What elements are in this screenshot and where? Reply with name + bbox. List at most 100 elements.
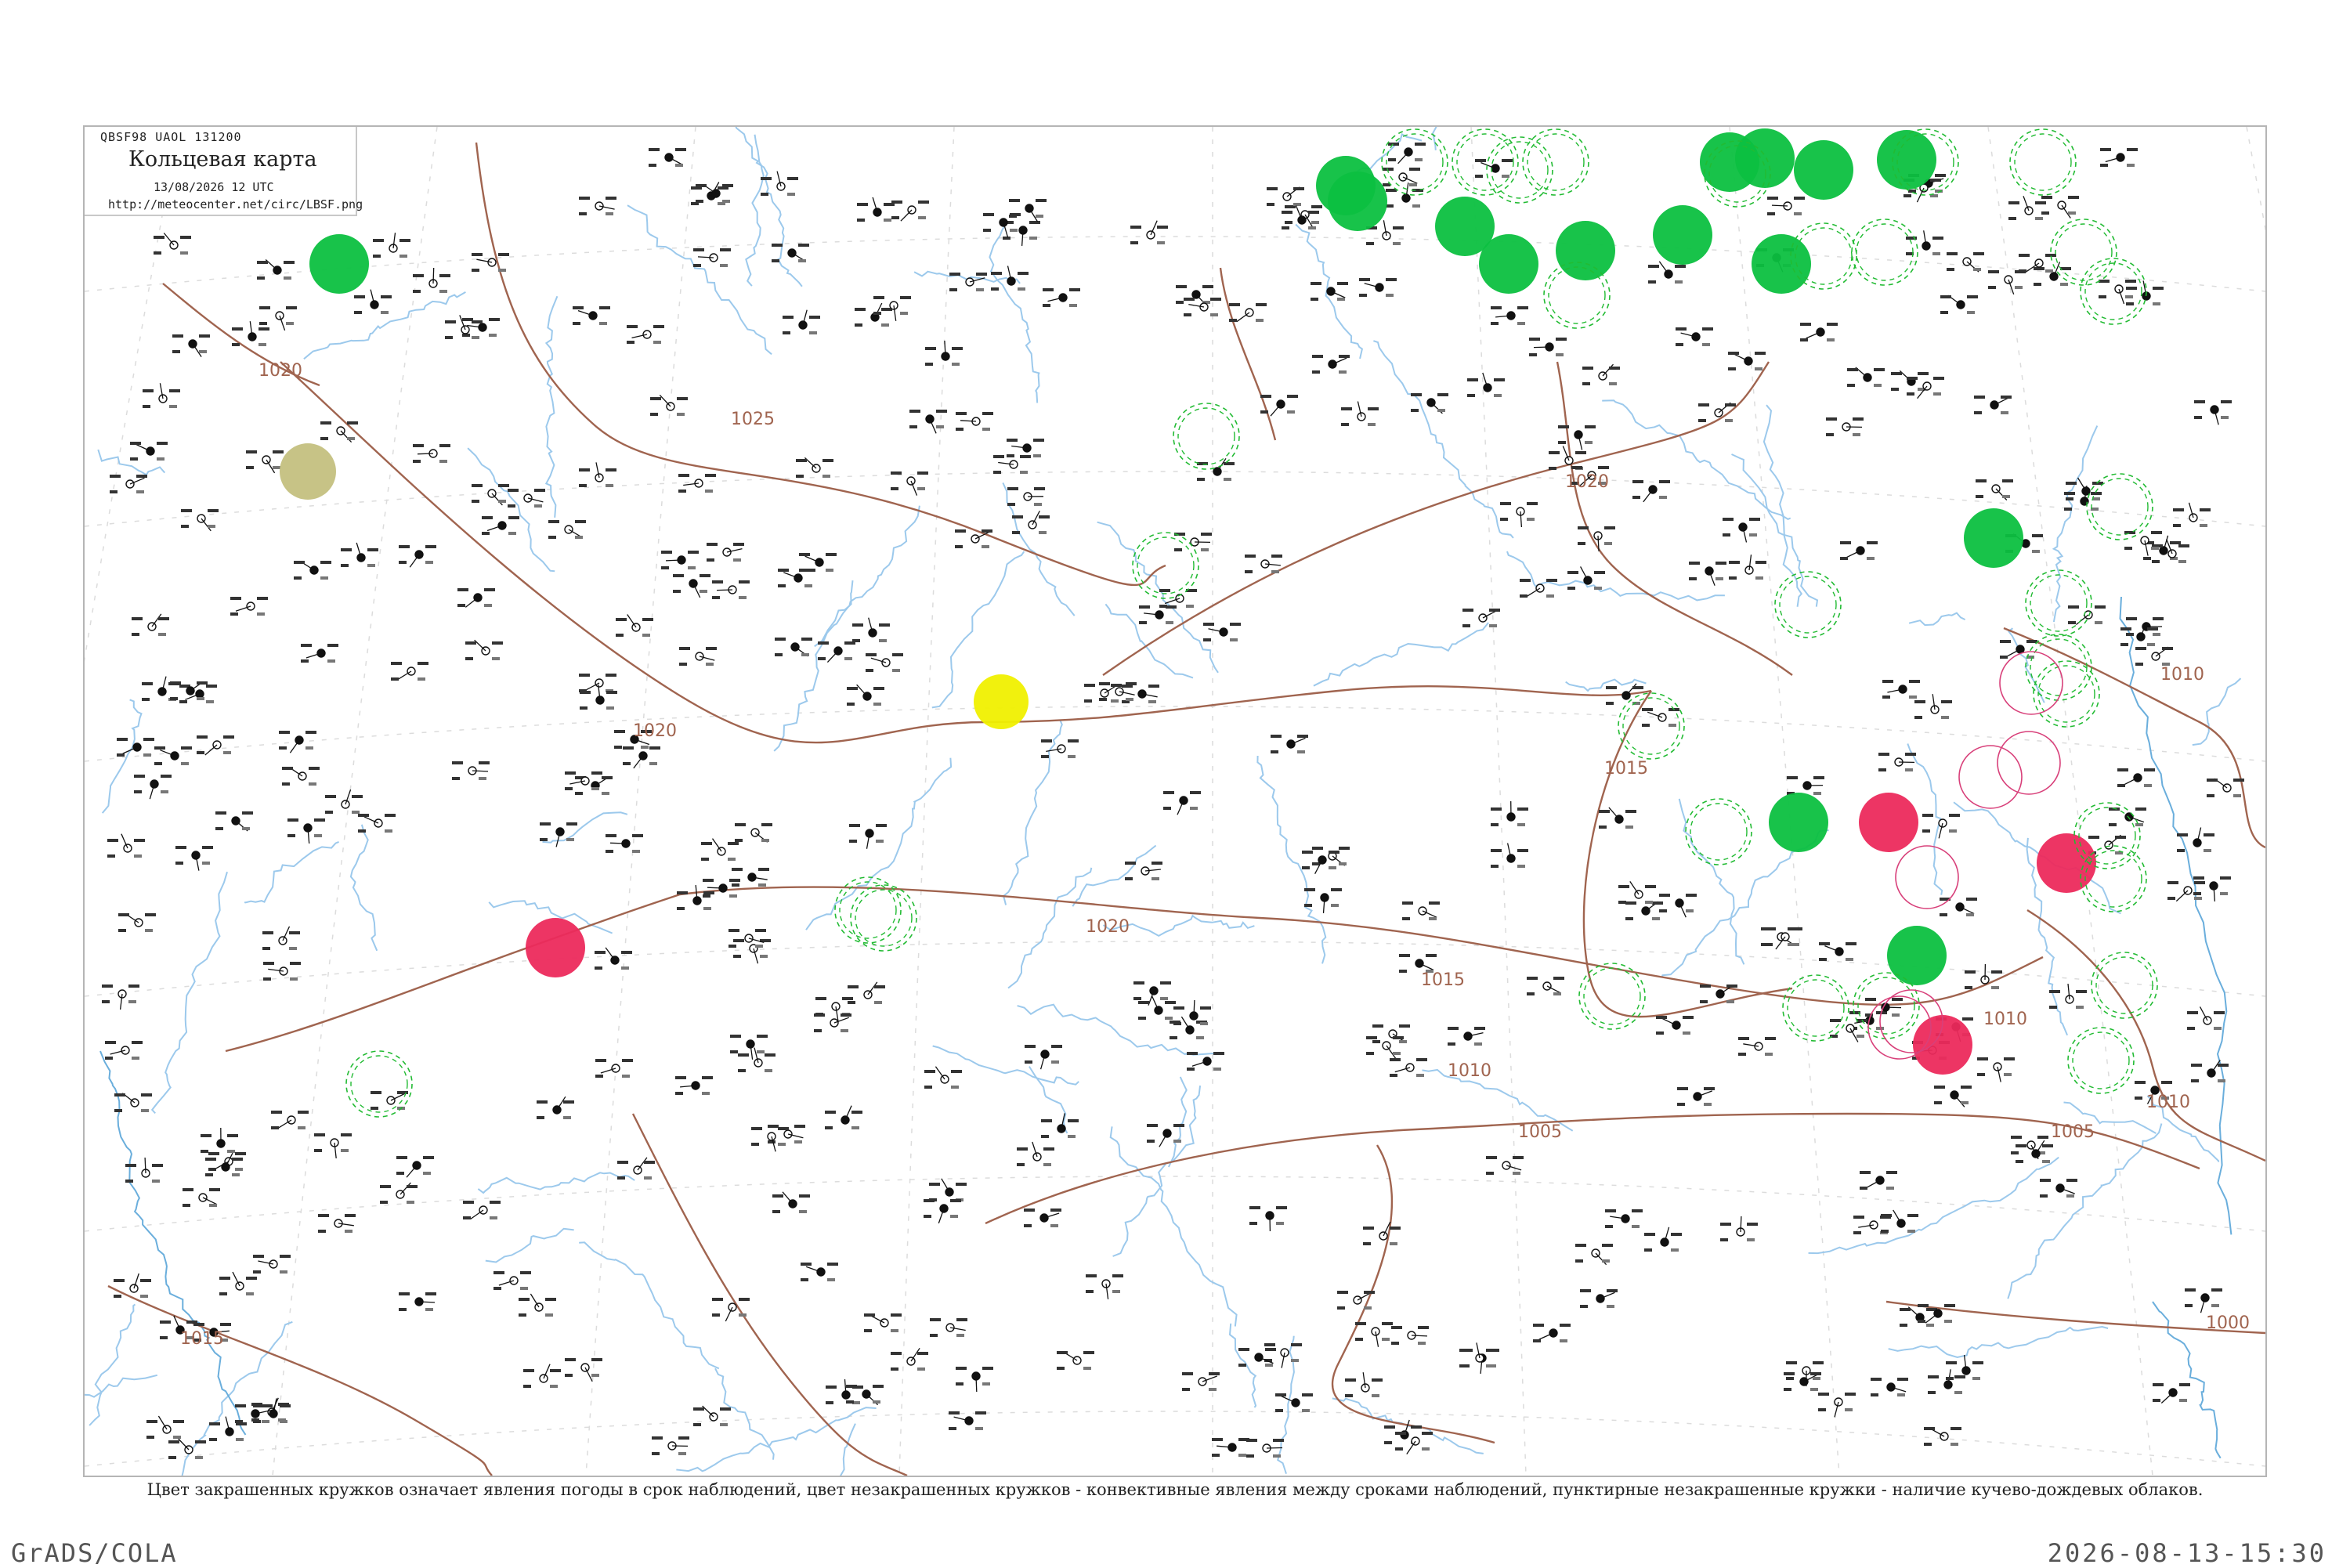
map-url[interactable]: http://meteocenter.net/circ/LBSF.png — [108, 197, 363, 211]
station-value-mark — [206, 685, 217, 688]
station-value-mark — [2218, 1079, 2225, 1082]
station-value-mark — [575, 792, 583, 795]
station-value-mark — [2153, 1399, 2160, 1402]
wind-barb-icon — [783, 1192, 793, 1204]
station-value-mark — [1020, 471, 1028, 474]
station-value-mark — [2008, 201, 2019, 204]
station-value-mark — [1012, 515, 1023, 518]
station-value-mark — [2019, 254, 2030, 257]
station-value-mark — [751, 1143, 759, 1146]
river — [304, 292, 466, 359]
station-value-mark — [202, 846, 213, 849]
river — [2008, 1123, 2161, 1299]
station-value-mark — [579, 212, 587, 215]
station-value-mark — [2126, 617, 2137, 620]
station-value-mark — [772, 1210, 780, 1213]
station-value-mark — [818, 657, 826, 660]
wind-barb-icon — [492, 493, 502, 505]
station-value-mark — [1847, 384, 1855, 387]
station-value-mark — [650, 413, 658, 416]
station-value-mark — [1009, 199, 1020, 202]
station-value-mark — [1138, 1017, 1146, 1020]
station-value-mark — [891, 1313, 902, 1317]
station-value-mark — [236, 1438, 244, 1441]
station-value-mark — [1819, 942, 1830, 945]
station-value-mark — [508, 516, 519, 519]
station-value-mark — [425, 1292, 436, 1295]
station-plot — [282, 767, 320, 786]
station-value-mark — [472, 253, 483, 256]
station-plot — [732, 868, 769, 887]
station-value-mark — [445, 320, 456, 323]
station-value-mark — [257, 612, 265, 616]
station-value-mark — [1422, 1447, 1430, 1451]
station-value-mark — [1618, 885, 1629, 888]
station-value-mark — [851, 1126, 859, 1129]
station-value-mark — [215, 827, 223, 830]
station-value-mark — [678, 490, 686, 493]
fog-marker — [974, 674, 1029, 729]
station-value-mark — [154, 762, 162, 765]
station-plot — [1176, 285, 1213, 306]
station-value-mark — [391, 662, 402, 665]
station-value-mark — [1907, 1214, 1918, 1217]
station-plot — [772, 1192, 810, 1213]
station-value-mark — [566, 838, 574, 841]
station-value-mark — [413, 274, 424, 277]
station-plot — [929, 1179, 967, 1201]
station-plot — [1391, 1326, 1429, 1345]
station-plot — [132, 614, 169, 636]
station-value-mark — [1238, 1454, 1246, 1457]
river — [1008, 868, 1091, 988]
station-plot — [955, 529, 992, 548]
river — [774, 580, 852, 751]
station-value-mark — [917, 471, 928, 475]
station-value-mark — [1606, 686, 1617, 689]
cumulonimbus-marker — [351, 1056, 407, 1112]
synoptic-map[interactable]: 1025 1020 1020 1020 1020 1015 1015 1015 … — [85, 127, 2265, 1476]
station-value-mark — [622, 1059, 633, 1062]
station-value-mark — [956, 1382, 964, 1386]
station-value-mark — [801, 653, 809, 656]
convective-marker — [1959, 746, 2022, 808]
station-value-mark — [2049, 990, 2060, 993]
station-value-mark — [627, 341, 634, 344]
station-value-mark — [826, 1401, 833, 1404]
station-value-mark — [2076, 990, 2087, 993]
station-value-mark — [282, 782, 290, 786]
station-value-mark — [1602, 1259, 1610, 1263]
station-value-mark — [1954, 1375, 1965, 1378]
station-value-mark — [2100, 164, 2108, 167]
station-plot — [825, 1106, 862, 1129]
station-value-mark — [1991, 970, 2002, 974]
station-value-mark — [2064, 492, 2075, 495]
station-value-mark — [1034, 487, 1045, 490]
station-value-mark — [864, 1329, 872, 1332]
station-value-mark — [2211, 1304, 2219, 1307]
station-value-mark — [186, 1321, 197, 1324]
station-plot — [197, 735, 234, 755]
station-value-mark — [1645, 885, 1656, 888]
station-value-mark — [1138, 1001, 1149, 1004]
station-value-mark — [1965, 986, 1972, 989]
station-value-mark — [1533, 1324, 1544, 1327]
station-plot — [733, 939, 771, 963]
station-value-mark — [1411, 393, 1422, 396]
station-value-mark — [852, 623, 863, 627]
station-value-mark — [1025, 1060, 1032, 1064]
station-value-mark — [1947, 252, 1958, 255]
station-value-mark — [1390, 1227, 1401, 1230]
station-value-mark — [385, 814, 396, 817]
station-plot — [2135, 647, 2173, 666]
station-value-mark — [2211, 1288, 2222, 1292]
station-value-mark — [157, 442, 168, 445]
station-value-mark — [439, 274, 450, 277]
station-value-mark — [563, 1100, 574, 1104]
station-value-mark — [1704, 1087, 1715, 1090]
station-plot — [102, 985, 139, 1010]
station-value-mark — [595, 1075, 603, 1078]
station-value-mark — [1928, 1375, 1939, 1378]
wind-barb-icon — [341, 431, 352, 443]
river — [806, 758, 951, 930]
station-plot — [1720, 1216, 1758, 1241]
